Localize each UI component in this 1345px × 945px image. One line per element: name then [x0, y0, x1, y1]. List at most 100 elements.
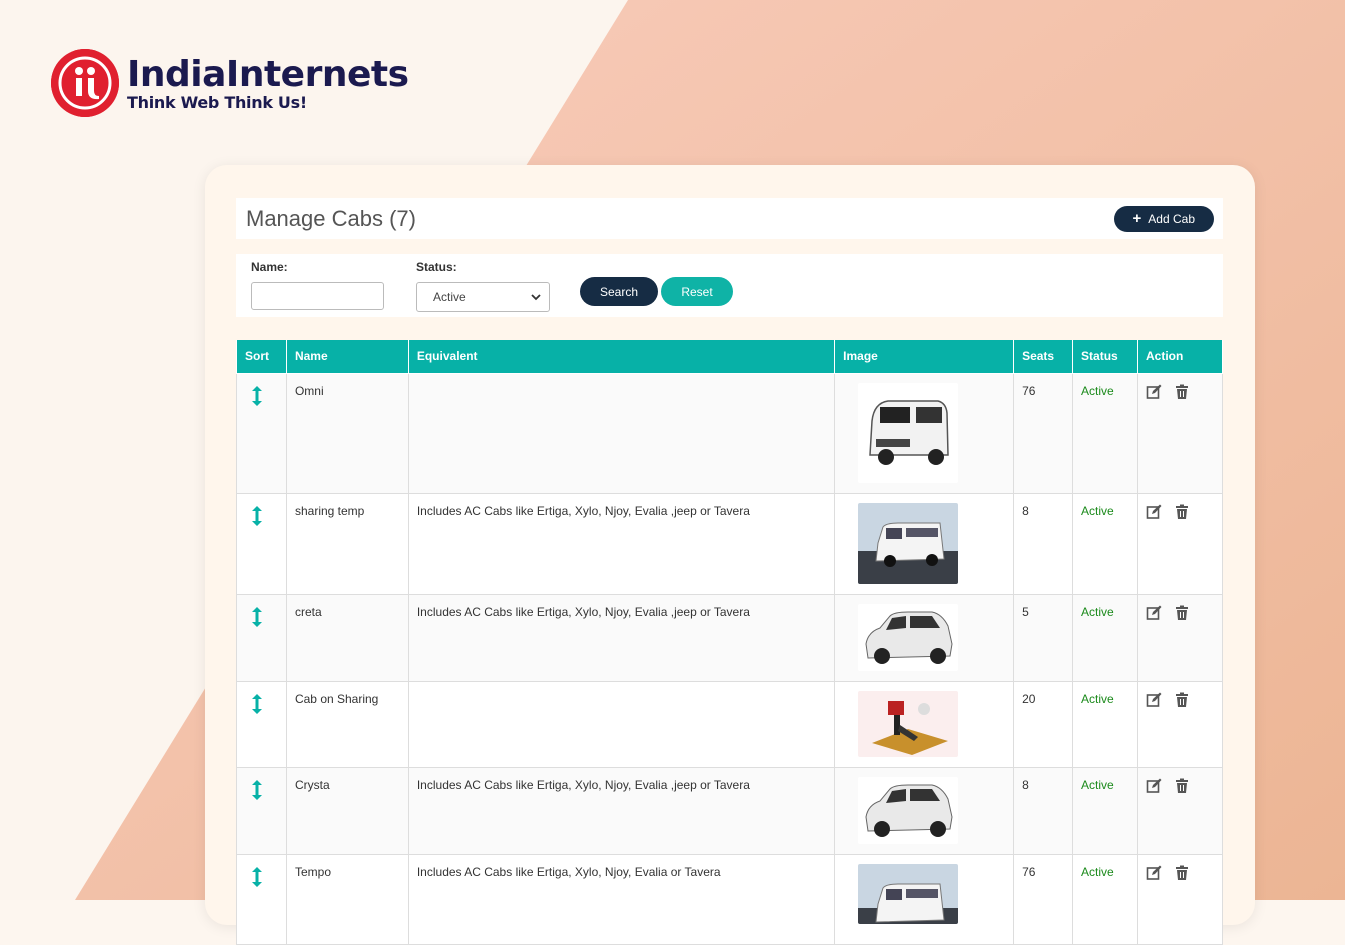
tempo-van-image: [858, 502, 959, 584]
cab-equivalent: Includes AC Cabs like Ertiga, Xylo, Njoy…: [407, 593, 836, 682]
edit-icon[interactable]: [1146, 605, 1162, 621]
cab-status: Active: [1072, 372, 1138, 494]
brand-name: IndiaInternets: [127, 53, 409, 95]
sort-arrows-icon[interactable]: [249, 865, 265, 889]
status-filter-value: Active: [433, 290, 466, 304]
cab-equivalent: Includes AC Cabs like Ertiga, Xylo, Njoy…: [407, 766, 836, 855]
cab-name: Omni: [285, 372, 409, 494]
brand-tagline: Think Web Think Us!: [127, 92, 307, 112]
cab-image-cell: [834, 680, 1015, 768]
status-filter-select[interactable]: Active: [416, 282, 550, 312]
cab-name: creta: [285, 593, 409, 682]
cab-equivalent: [407, 680, 836, 768]
col-action: Action: [1137, 340, 1223, 374]
sort-arrows-icon[interactable]: [249, 384, 265, 408]
cab-status: Active: [1072, 593, 1138, 682]
sort-cell: [236, 853, 287, 945]
chevron-down-icon: [531, 294, 541, 301]
cab-seats: 8: [1013, 492, 1074, 595]
trash-icon[interactable]: [1174, 605, 1190, 621]
sort-cell: [236, 593, 287, 682]
logo-mark-icon: [51, 49, 119, 117]
cab-status: Active: [1072, 680, 1138, 768]
sort-arrows-icon[interactable]: [249, 504, 265, 528]
white-van-image: [858, 382, 959, 483]
edit-icon[interactable]: [1146, 692, 1162, 708]
sort-cell: [236, 492, 287, 595]
tempo-van-image: [858, 863, 959, 924]
sort-arrows-icon[interactable]: [249, 778, 265, 802]
suv-image: [858, 776, 959, 844]
cab-name: Crysta: [285, 766, 409, 855]
search-button[interactable]: Search: [580, 277, 658, 306]
cab-equivalent: Includes AC Cabs like Ertiga, Xylo, Njoy…: [407, 492, 836, 595]
table-row: Crysta Includes AC Cabs like Ertiga, Xyl…: [236, 766, 1223, 855]
sort-cell: [236, 680, 287, 768]
col-image: Image: [834, 340, 1015, 374]
name-filter-input[interactable]: [251, 282, 384, 310]
name-filter-label: Name:: [251, 260, 288, 274]
cab-image-cell: [834, 766, 1015, 855]
sort-cell: [236, 766, 287, 855]
cab-equivalent: Includes AC Cabs like Ertiga, Xylo, Njoy…: [407, 853, 836, 945]
page-title: Manage Cabs (7): [246, 205, 416, 231]
toy-figure-image: [858, 690, 959, 757]
col-status[interactable]: Status: [1072, 340, 1138, 374]
edit-icon[interactable]: [1146, 384, 1162, 400]
table-row: creta Includes AC Cabs like Ertiga, Xylo…: [236, 593, 1223, 682]
edit-icon[interactable]: [1146, 504, 1162, 520]
action-cell: [1137, 766, 1223, 855]
cab-status: Active: [1072, 766, 1138, 855]
trash-icon[interactable]: [1174, 504, 1190, 520]
trash-icon[interactable]: [1174, 865, 1190, 881]
add-cab-button[interactable]: + Add Cab: [1113, 205, 1214, 232]
action-cell: [1137, 593, 1223, 682]
manage-cabs-card: Manage Cabs (7) + Add Cab Name: Status: …: [205, 165, 1255, 945]
cab-image-cell: [834, 853, 1015, 945]
sort-cell: [236, 372, 287, 494]
cab-status: Active: [1072, 853, 1138, 945]
table-row: Tempo Includes AC Cabs like Ertiga, Xylo…: [236, 853, 1223, 945]
cab-seats: 76: [1013, 372, 1074, 494]
cab-name: Cab on Sharing: [285, 680, 409, 768]
col-equivalent[interactable]: Equivalent: [407, 340, 836, 374]
cabs-table: Sort Name Equivalent Image Seats Status …: [236, 340, 1223, 945]
cab-seats: 8: [1013, 766, 1074, 855]
table-row: Omni 76 Active: [236, 372, 1223, 494]
edit-icon[interactable]: [1146, 778, 1162, 794]
action-cell: [1137, 853, 1223, 945]
suv-image: [858, 603, 959, 671]
trash-icon[interactable]: [1174, 778, 1190, 794]
plus-icon: +: [1132, 210, 1142, 227]
trash-icon[interactable]: [1174, 692, 1190, 708]
status-filter-label: Status:: [416, 260, 457, 274]
cab-image-cell: [834, 492, 1015, 595]
table-row: Cab on Sharing 20 Active: [236, 680, 1223, 768]
cab-seats: 20: [1013, 680, 1074, 768]
action-cell: [1137, 372, 1223, 494]
sort-arrows-icon[interactable]: [249, 605, 265, 629]
cab-seats: 76: [1013, 853, 1074, 945]
sort-arrows-icon[interactable]: [249, 692, 265, 716]
cab-status: Active: [1072, 492, 1138, 595]
table-row: sharing temp Includes AC Cabs like Ertig…: [236, 492, 1223, 595]
col-name[interactable]: Name: [285, 340, 409, 374]
col-seats[interactable]: Seats: [1013, 340, 1074, 374]
add-cab-label: Add Cab: [1148, 211, 1195, 226]
action-cell: [1137, 492, 1223, 595]
page-header: Manage Cabs (7) + Add Cab: [236, 198, 1223, 239]
edit-icon[interactable]: [1146, 865, 1162, 881]
filter-bar: Name: Status: Active Search Reset: [236, 254, 1223, 317]
cab-name: Tempo: [285, 853, 409, 945]
cab-name: sharing temp: [285, 492, 409, 595]
cab-seats: 5: [1013, 593, 1074, 682]
cab-image-cell: [834, 372, 1015, 494]
col-sort[interactable]: Sort: [236, 340, 287, 374]
trash-icon[interactable]: [1174, 384, 1190, 400]
cab-image-cell: [834, 593, 1015, 682]
brand-logo[interactable]: IndiaInternets Think Web Think Us!: [51, 49, 409, 117]
cab-equivalent: [407, 372, 836, 494]
reset-button[interactable]: Reset: [661, 277, 733, 306]
table-header-row: Sort Name Equivalent Image Seats Status …: [236, 340, 1223, 374]
action-cell: [1137, 680, 1223, 768]
